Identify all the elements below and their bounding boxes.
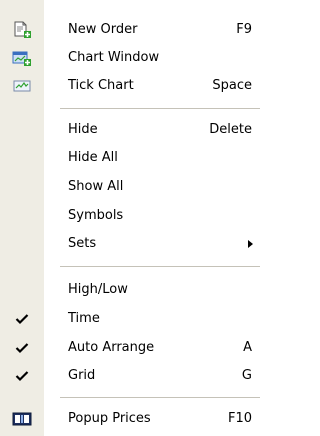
menu-item-auto-arrange[interactable]: Auto Arrange A: [0, 334, 265, 362]
menu-separator: [60, 108, 260, 109]
menu-item-shortcut: Delete: [209, 122, 252, 137]
submenu-arrow-icon: [248, 240, 253, 248]
menu-separator: [60, 266, 260, 267]
menu-item-label: Chart Window: [68, 50, 160, 65]
menu-item-label: Hide All: [68, 150, 118, 165]
menu-item-time[interactable]: Time: [0, 305, 265, 333]
menu-item-label: New Order: [68, 22, 138, 37]
popup-prices-icon: [12, 412, 32, 426]
menu-item-label: Time: [68, 311, 100, 326]
menu-item-label: Auto Arrange: [68, 340, 155, 355]
menu-item-shortcut: G: [241, 368, 252, 383]
menu-item-label: Popup Prices: [68, 411, 151, 426]
menu-item-symbols[interactable]: Symbols: [0, 202, 265, 230]
menu-item-label: Sets: [68, 236, 97, 251]
tick-chart-icon: [13, 80, 31, 92]
new-order-icon: [14, 21, 31, 38]
menu-item-grid[interactable]: Grid G: [0, 362, 265, 390]
menu-item-high-low[interactable]: High/Low: [0, 276, 265, 304]
menu-item-label: High/Low: [68, 282, 128, 297]
checkmark-icon: [15, 343, 29, 354]
menu-item-hide[interactable]: Hide Delete: [0, 116, 265, 144]
checkmark-icon: [15, 314, 29, 325]
menu-item-new-order[interactable]: New Order F9: [0, 16, 265, 44]
context-menu: New Order F9 Chart Window Tick Chart Spa…: [0, 0, 265, 436]
menu-item-shortcut: F10: [227, 411, 252, 426]
menu-item-shortcut: A: [243, 340, 252, 355]
menu-item-shortcut: F9: [236, 22, 252, 37]
menu-item-label: Show All: [68, 179, 124, 194]
menu-item-hide-all[interactable]: Hide All: [0, 144, 265, 172]
menu-separator: [60, 397, 260, 398]
menu-item-chart-window[interactable]: Chart Window: [0, 44, 265, 72]
menu-item-show-all[interactable]: Show All: [0, 173, 265, 201]
menu-item-label: Hide: [68, 122, 98, 137]
menu-item-label: Tick Chart: [68, 78, 134, 93]
menu-item-label: Symbols: [68, 208, 124, 223]
checkmark-icon: [15, 371, 29, 382]
menu-item-popup-prices[interactable]: Popup Prices F10: [0, 405, 265, 433]
menu-item-shortcut: Space: [212, 78, 252, 93]
menu-item-label: Grid: [68, 368, 96, 383]
chart-window-icon: [12, 51, 31, 66]
menu-item-tick-chart[interactable]: Tick Chart Space: [0, 72, 265, 100]
menu-item-sets[interactable]: Sets: [0, 230, 265, 258]
